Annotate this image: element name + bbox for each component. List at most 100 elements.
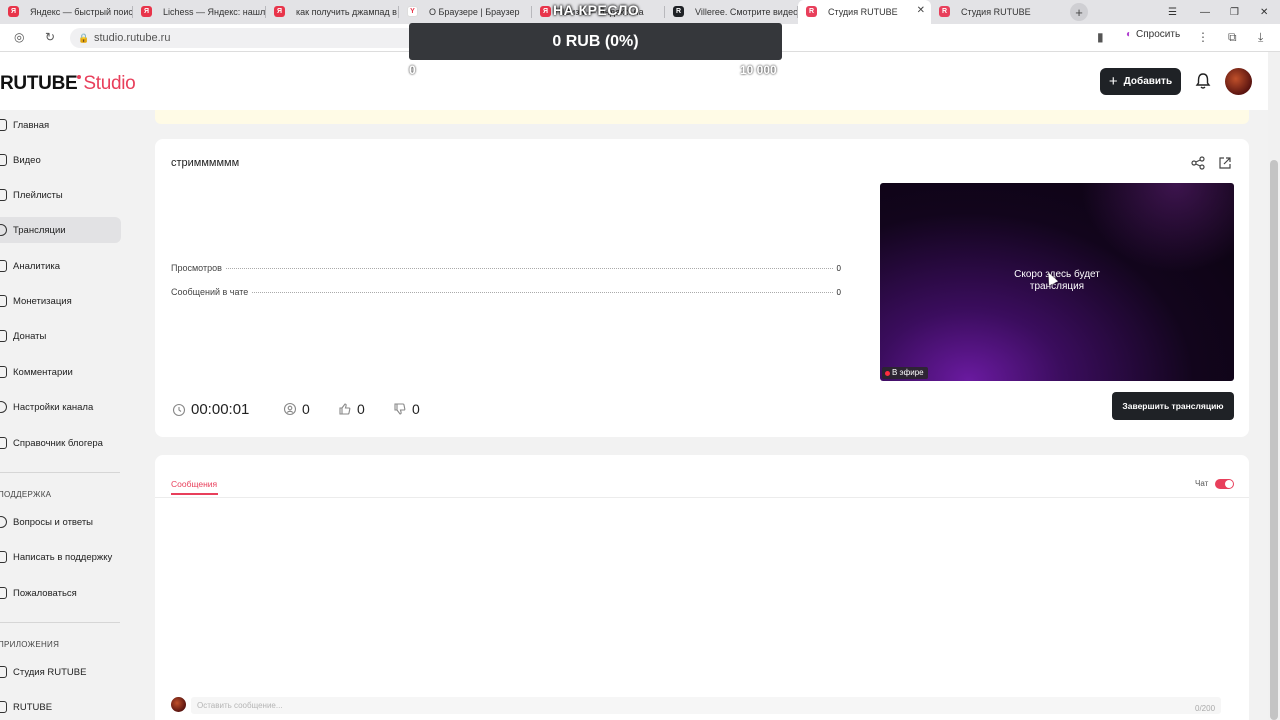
sidebar-item-report[interactable]: Пожаловаться [0,580,121,606]
user-avatar[interactable] [1225,68,1252,95]
chat-toggle[interactable] [1215,479,1234,489]
yandex-browser-favicon-icon: Y [407,6,418,17]
chat-messages-label: Сообщений в чате [171,287,249,297]
browser-tab[interactable]: R Villeree. Смотрите видео [665,0,798,24]
extensions-icon[interactable]: ⧉ [1228,30,1237,45]
browser-tab[interactable]: Y О Браузере | Браузер [399,0,532,24]
sidebar-item-channel-settings[interactable]: Настройки канала [0,394,121,420]
chat-user-avatar [171,697,186,712]
rutube-studio-favicon-icon: R [939,6,950,17]
new-tab-button[interactable]: + [1070,3,1088,21]
sidebar-item-video[interactable]: Видео [0,147,121,173]
sidebar-item-label: Пожаловаться [13,587,77,599]
donation-goal-overlay: 0 RUB (0%) [409,23,782,60]
browser-tab[interactable]: R Студия RUTUBE [931,0,1064,24]
views-stat: Просмотров 0 [171,263,841,273]
info-banner [155,110,1249,124]
bookmark-icon[interactable]: ▮ [1097,30,1104,44]
sidebar-item-donations[interactable]: Донаты [0,323,121,349]
sidebar-item-blogger-guide[interactable]: Справочник блогера [0,430,121,456]
url-field[interactable]: 🔒 studio.rutube.ru [70,28,425,48]
sidebar-item-label: Монетизация [13,295,72,307]
sidebar-divider [0,622,120,623]
reader-icon[interactable]: ◎ [14,30,24,44]
thumbs-down-icon [394,403,406,415]
alice-icon: ◐ [1126,29,1133,40]
book-icon [0,437,7,449]
yandex-favicon-icon: Я [141,6,152,17]
sidebar-item-label: Аналитика [13,260,61,272]
browser-tab-active[interactable]: R Студия RUTUBE ✕ [798,0,931,24]
sidebar-item-label: Главная [13,119,50,131]
browser-tab[interactable]: Я как получить джампад в [266,0,399,24]
live-label: В эфире [892,368,924,377]
tab-label: Студия RUTUBE [828,7,898,17]
sidebar-item-playlists[interactable]: Плейлисты [0,182,121,208]
close-tab-icon[interactable]: ✕ [917,5,925,16]
donation-amount: 0 RUB (0%) [552,32,639,50]
yandex-favicon-icon: Я [540,6,551,17]
dotted-leader [225,268,833,269]
views-label: Просмотров [171,263,222,273]
tabs-divider [155,497,1249,498]
video-icon [0,154,7,166]
stream-preview[interactable]: Скоро здесь будет трансляция В эфире [880,183,1234,381]
page-scrollbar[interactable] [1268,52,1280,720]
sidebar-item-streams[interactable]: Трансляции [0,217,121,243]
message-icon [0,551,7,563]
sidebar-item-monetization[interactable]: Монетизация [0,288,121,314]
sidebar-section-support: ПОДДЕРЖКА [0,490,51,499]
close-window-icon[interactable]: ✕ [1260,0,1268,24]
downloads-icon[interactable]: ⤓ [1258,30,1263,45]
end-stream-button[interactable]: Завершить трансляцию [1112,392,1234,420]
tab-label: Яндекс — быстрый поиск [30,7,133,17]
tab-label: О Браузере | Браузер [429,7,520,17]
external-link-icon[interactable] [1218,156,1232,170]
browser-tabstrip: Я Яндекс — быстрый поиск Я Lichess — Янд… [0,0,1280,24]
rutube-studio-logo[interactable]: RUTUBE Studio [0,73,136,95]
sidebar-divider [0,472,120,473]
viewers-value: 0 [302,401,310,417]
sidebar-item-label: Комментарии [13,366,73,378]
dislikes-value: 0 [412,401,420,417]
more-menu-icon[interactable]: ⋮ [1197,30,1209,44]
scrollbar-thumb[interactable] [1270,160,1278,720]
sidebar-item-label: Вопросы и ответы [13,516,94,528]
share-icon[interactable] [1191,156,1205,170]
home-icon [0,119,7,131]
sidebar-item-comments[interactable]: Комментарии [0,359,121,385]
logo-studio: Studio [83,73,136,94]
tabs-menu-icon[interactable]: ☰ [1168,0,1177,24]
sidebar-item-analytics[interactable]: Аналитика [0,253,121,279]
sidebar-item-label: Настройки канала [13,401,94,413]
sidebar-item-faq[interactable]: Вопросы и ответы [0,509,121,535]
studio-header: RUTUBE Studio + Добавить [0,52,1268,110]
chat-message-input[interactable] [191,697,1221,714]
minimize-icon[interactable]: — [1200,0,1210,24]
sidebar-item-studio-app[interactable]: Студия RUTUBE [0,659,121,685]
thumbs-up-icon [339,403,351,415]
viewers-count: 0 [283,401,310,417]
tab-label: Villeree. Смотрите видео [695,7,798,17]
sidebar-item-contact-support[interactable]: Написать в поддержку [0,544,121,570]
ask-button[interactable]: ◐ Спросить [1126,29,1180,40]
notifications-bell-icon[interactable] [1195,72,1211,90]
tab-label: Студия RUTUBE [961,7,1031,17]
donation-icon [0,330,7,342]
restore-icon[interactable]: ❐ [1230,0,1239,24]
sidebar: Главная Видео Плейлисты Трансляции Анали… [0,110,150,720]
sidebar-item-label: Донаты [13,330,47,342]
broadcast-icon [0,224,7,236]
sidebar-item-label: Справочник блогера [13,437,103,449]
browser-tab[interactable]: Я Яндекс — быстрый поиск [0,0,133,24]
sidebar-section-apps: ПРИЛОЖЕНИЯ [0,640,59,649]
add-button[interactable]: + Добавить [1100,68,1181,95]
stream-title: стримммммм [171,157,240,169]
sidebar-item-home[interactable]: Главная [0,112,121,138]
sidebar-item-rutube-app[interactable]: RUTUBE [0,694,121,720]
donation-goal-max: 10 000 [740,63,777,77]
tab-messages[interactable]: Сообщения [171,479,217,489]
reload-icon[interactable]: ↻ [45,30,55,44]
donation-goal-min: 0 [409,63,416,77]
browser-tab[interactable]: Я Lichess — Яндекс: нашло [133,0,266,24]
